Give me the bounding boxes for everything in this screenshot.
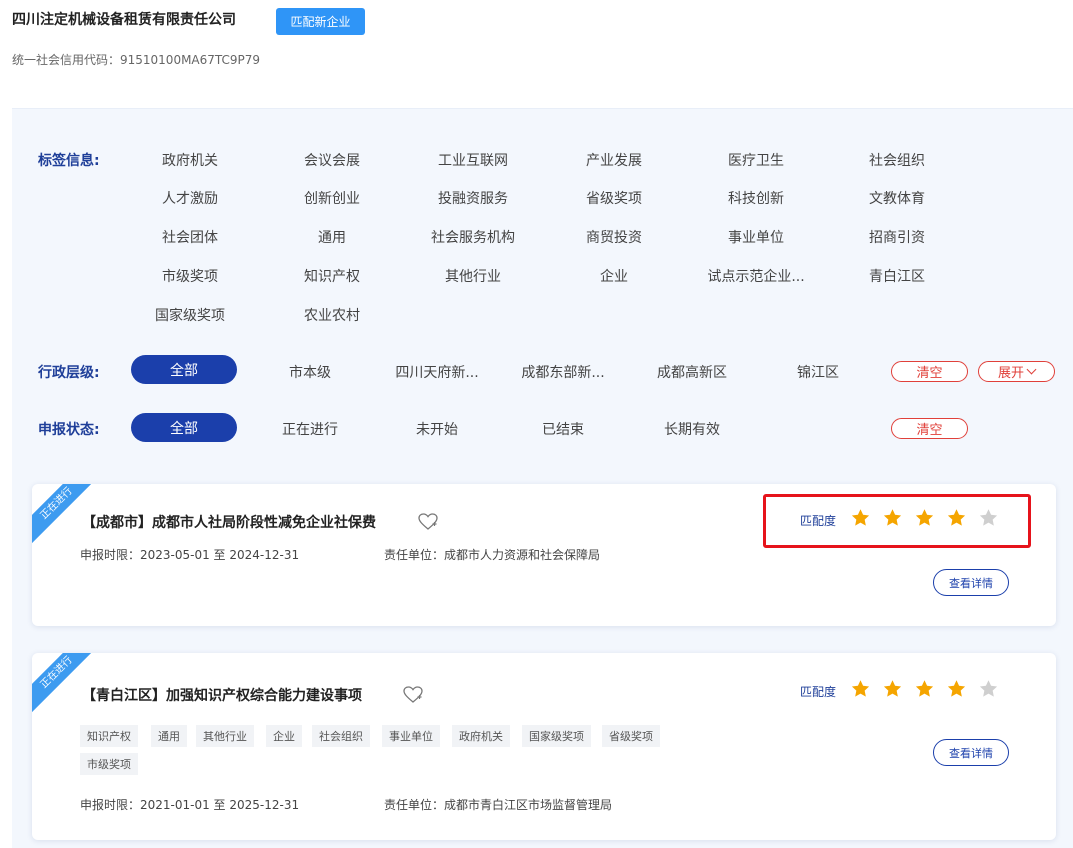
admin-option[interactable]: 锦江区 [797, 362, 839, 382]
star-filled-icon [883, 680, 902, 697]
view-details-button[interactable]: 查看详情 [933, 569, 1009, 596]
star-filled-icon [851, 680, 870, 697]
tag-option[interactable]: 通用 [318, 227, 346, 247]
match-highlight-box [763, 494, 1031, 548]
policy-tag-chip: 市级奖项 [80, 753, 138, 775]
tag-option[interactable]: 创新创业 [304, 188, 360, 208]
tag-option[interactable]: 其他行业 [445, 266, 501, 286]
tag-option[interactable]: 市级奖项 [162, 266, 218, 286]
admin-option[interactable]: 成都高新区 [657, 362, 727, 382]
responsible-unit: 责任单位：成都市青白江区市场监督管理局 [384, 798, 613, 812]
policy-tag-chip: 政府机关 [452, 725, 510, 747]
policy-tag-chip: 其他行业 [196, 725, 254, 747]
tag-option[interactable]: 国家级奖项 [155, 305, 225, 325]
policy-tag-chip: 事业单位 [382, 725, 440, 747]
view-details-button[interactable]: 查看详情 [933, 739, 1009, 766]
credit-code: 统一社会信用代码：91510100MA67TC9P79 [12, 53, 261, 67]
tag-option[interactable]: 知识产权 [304, 266, 360, 286]
admin-option[interactable]: 市本级 [289, 362, 331, 382]
policy-tag-chip: 知识产权 [80, 725, 138, 747]
policy-tag-chip: 国家级奖项 [522, 725, 591, 747]
tag-option[interactable]: 社会团体 [162, 227, 218, 247]
card-title[interactable]: 【青白江区】加强知识产权综合能力建设事项 [82, 685, 362, 705]
status-label: 申报状态: [38, 422, 100, 438]
tag-option[interactable]: 产业发展 [586, 150, 642, 170]
tag-option[interactable]: 试点示范企业... [707, 266, 804, 286]
responsible-unit: 责任单位：成都市人力资源和社会保障局 [384, 548, 601, 562]
policy-tag-chip: 省级奖项 [602, 725, 660, 747]
admin-option[interactable]: 成都东部新... [521, 362, 604, 382]
favorite-heart-icon[interactable] [418, 513, 438, 531]
match-degree-label: 匹配度 [800, 685, 837, 699]
admin-level-label: 行政层级: [38, 365, 100, 381]
policy-card: 正在进行 【青白江区】加强知识产权综合能力建设事项 匹配度 知识产权 通用 其他… [32, 653, 1056, 840]
tag-option[interactable]: 工业互联网 [438, 150, 508, 170]
status-option-all[interactable]: 全部 [131, 413, 237, 442]
tag-option[interactable]: 商贸投资 [586, 227, 642, 247]
declare-period: 申报时限：2021-01-01 至 2025-12-31 [80, 798, 300, 812]
tag-option[interactable]: 政府机关 [162, 150, 218, 170]
match-stars [850, 679, 999, 699]
favorite-heart-icon[interactable] [403, 686, 423, 704]
policy-tag-chip: 企业 [266, 725, 302, 747]
tag-option[interactable]: 青白江区 [869, 266, 925, 286]
company-name: 四川注定机械设备租赁有限责任公司 [12, 12, 236, 28]
tag-option[interactable]: 招商引资 [869, 227, 925, 247]
tag-filter-label: 标签信息: [38, 153, 100, 169]
policy-tag-chip: 社会组织 [312, 725, 370, 747]
expand-label: 展开 [997, 366, 1024, 381]
tag-option[interactable]: 人才激励 [162, 188, 218, 208]
admin-option-all[interactable]: 全部 [131, 355, 237, 384]
admin-expand-button[interactable]: 展开 [978, 361, 1055, 382]
status-option[interactable]: 未开始 [416, 419, 458, 439]
star-filled-icon [915, 680, 934, 697]
status-option[interactable]: 长期有效 [664, 419, 720, 439]
status-clear-button[interactable]: 清空 [891, 418, 968, 439]
tag-option[interactable]: 会议会展 [304, 150, 360, 170]
tag-option[interactable]: 省级奖项 [586, 188, 642, 208]
tag-option[interactable]: 投融资服务 [438, 188, 508, 208]
policy-tag-chip: 通用 [151, 725, 187, 747]
chevron-down-icon [1026, 364, 1037, 375]
tag-option[interactable]: 社会服务机构 [431, 227, 515, 247]
declare-period: 申报时限：2023-05-01 至 2024-12-31 [80, 548, 300, 562]
tag-option[interactable]: 医疗卫生 [728, 150, 784, 170]
admin-option[interactable]: 四川天府新... [395, 362, 478, 382]
match-new-company-button[interactable]: 匹配新企业 [276, 8, 365, 35]
status-option[interactable]: 已结束 [542, 419, 584, 439]
star-filled-icon [947, 680, 966, 697]
tag-option[interactable]: 企业 [600, 266, 628, 286]
admin-clear-button[interactable]: 清空 [891, 361, 968, 382]
star-empty-icon [979, 680, 998, 697]
tag-option[interactable]: 文教体育 [869, 188, 925, 208]
tag-option[interactable]: 事业单位 [728, 227, 784, 247]
tag-option[interactable]: 科技创新 [728, 188, 784, 208]
card-title[interactable]: 【成都市】成都市人社局阶段性减免企业社保费 [82, 512, 376, 532]
status-option[interactable]: 正在进行 [282, 419, 338, 439]
tag-option[interactable]: 农业农村 [304, 305, 360, 325]
tag-option[interactable]: 社会组织 [869, 150, 925, 170]
